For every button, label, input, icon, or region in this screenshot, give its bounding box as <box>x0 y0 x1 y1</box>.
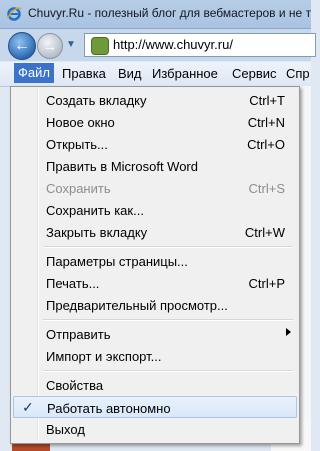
menu-item-send[interactable]: Отправить <box>13 323 297 345</box>
menu-item-label: Править в Microsoft Word <box>46 159 198 174</box>
title-bar: Chuvyr.Ru - полезный блог для вебмастеро… <box>0 0 311 29</box>
menu-item-label: Сохранить как... <box>46 203 144 218</box>
menu-item-label: Параметры страницы... <box>46 254 188 269</box>
menu-item-print-preview[interactable]: Предварительный просмотр... <box>13 294 297 316</box>
menu-favorites[interactable]: Избранное <box>152 66 218 81</box>
menu-item-label: Новое окно <box>46 115 115 130</box>
menu-edit[interactable]: Правка <box>62 66 106 81</box>
menu-view[interactable]: Вид <box>118 66 142 81</box>
menu-item-label: Работать автономно <box>47 401 171 416</box>
menu-item-label: Отправить <box>46 327 111 342</box>
menu-item-label: Печать... <box>46 276 100 291</box>
menu-item-new-tab[interactable]: Создать вкладку Ctrl+T <box>13 89 297 111</box>
menu-item-properties[interactable]: Свойства <box>13 374 297 396</box>
menu-item-shortcut: Ctrl+S <box>248 181 285 196</box>
menu-help[interactable]: Спр <box>286 66 310 81</box>
navigation-bar: ← → ▼ http://www.chuvyr.ru/ <box>0 29 316 61</box>
menu-item-label: Сохранить <box>46 181 111 196</box>
file-menu-dropdown: Создать вкладку Ctrl+T Новое окно Ctrl+N… <box>10 86 300 444</box>
menu-item-import-export[interactable]: Импорт и экспорт... <box>13 345 297 367</box>
menu-item-work-offline[interactable]: ✓ Работать автономно <box>13 396 297 418</box>
menu-item-label: Открыть... <box>46 137 108 152</box>
menu-item-new-window[interactable]: Новое окно Ctrl+N <box>13 111 297 133</box>
chevron-down-icon[interactable]: ▼ <box>66 39 76 50</box>
address-bar[interactable]: http://www.chuvyr.ru/ <box>84 33 316 57</box>
menu-item-open[interactable]: Открыть... Ctrl+O <box>13 133 297 155</box>
menu-item-label: Выход <box>46 422 85 437</box>
site-favicon-icon <box>91 37 109 55</box>
menu-item-shortcut: Ctrl+T <box>249 93 285 108</box>
menu-tools[interactable]: Сервис <box>232 66 277 81</box>
address-input[interactable]: http://www.chuvyr.ru/ <box>113 37 233 52</box>
window-title: Chuvyr.Ru - полезный блог для вебмастеро… <box>28 6 312 20</box>
checkmark-icon: ✓ <box>22 399 34 415</box>
menu-separator <box>43 246 293 248</box>
internet-explorer-icon <box>7 7 22 21</box>
menu-item-label: Импорт и экспорт... <box>46 349 162 364</box>
menu-item-shortcut: Ctrl+N <box>247 115 285 130</box>
back-arrow-icon[interactable]: ← <box>8 32 36 60</box>
menu-item-close-tab[interactable]: Закрыть вкладку Ctrl+W <box>13 221 297 243</box>
menu-item-label: Создать вкладку <box>46 93 147 108</box>
menu-item-label: Свойства <box>46 378 104 393</box>
menu-file[interactable]: Файл <box>14 63 54 83</box>
menu-separator <box>43 370 293 372</box>
menu-item-save: Сохранить Ctrl+S <box>13 177 297 199</box>
menu-item-save-as[interactable]: Сохранить как... <box>13 199 297 221</box>
menu-item-shortcut: Ctrl+P <box>248 276 285 291</box>
menu-item-shortcut: Ctrl+W <box>244 225 285 240</box>
menu-item-label: Предварительный просмотр... <box>46 298 228 313</box>
menu-bar: Файл Правка Вид Избранное Сервис Спр <box>0 62 311 87</box>
menu-item-label: Закрыть вкладку <box>46 225 148 240</box>
menu-item-edit-in-word[interactable]: Править в Microsoft Word <box>13 155 297 177</box>
menu-item-page-setup[interactable]: Параметры страницы... <box>13 250 297 272</box>
submenu-arrow-icon <box>286 328 291 336</box>
menu-item-print[interactable]: Печать... Ctrl+P <box>13 272 297 294</box>
menu-separator <box>43 319 293 321</box>
forward-arrow-icon[interactable]: → <box>37 33 63 59</box>
menu-item-exit[interactable]: Выход <box>13 418 297 440</box>
menu-item-shortcut: Ctrl+O <box>247 137 285 152</box>
